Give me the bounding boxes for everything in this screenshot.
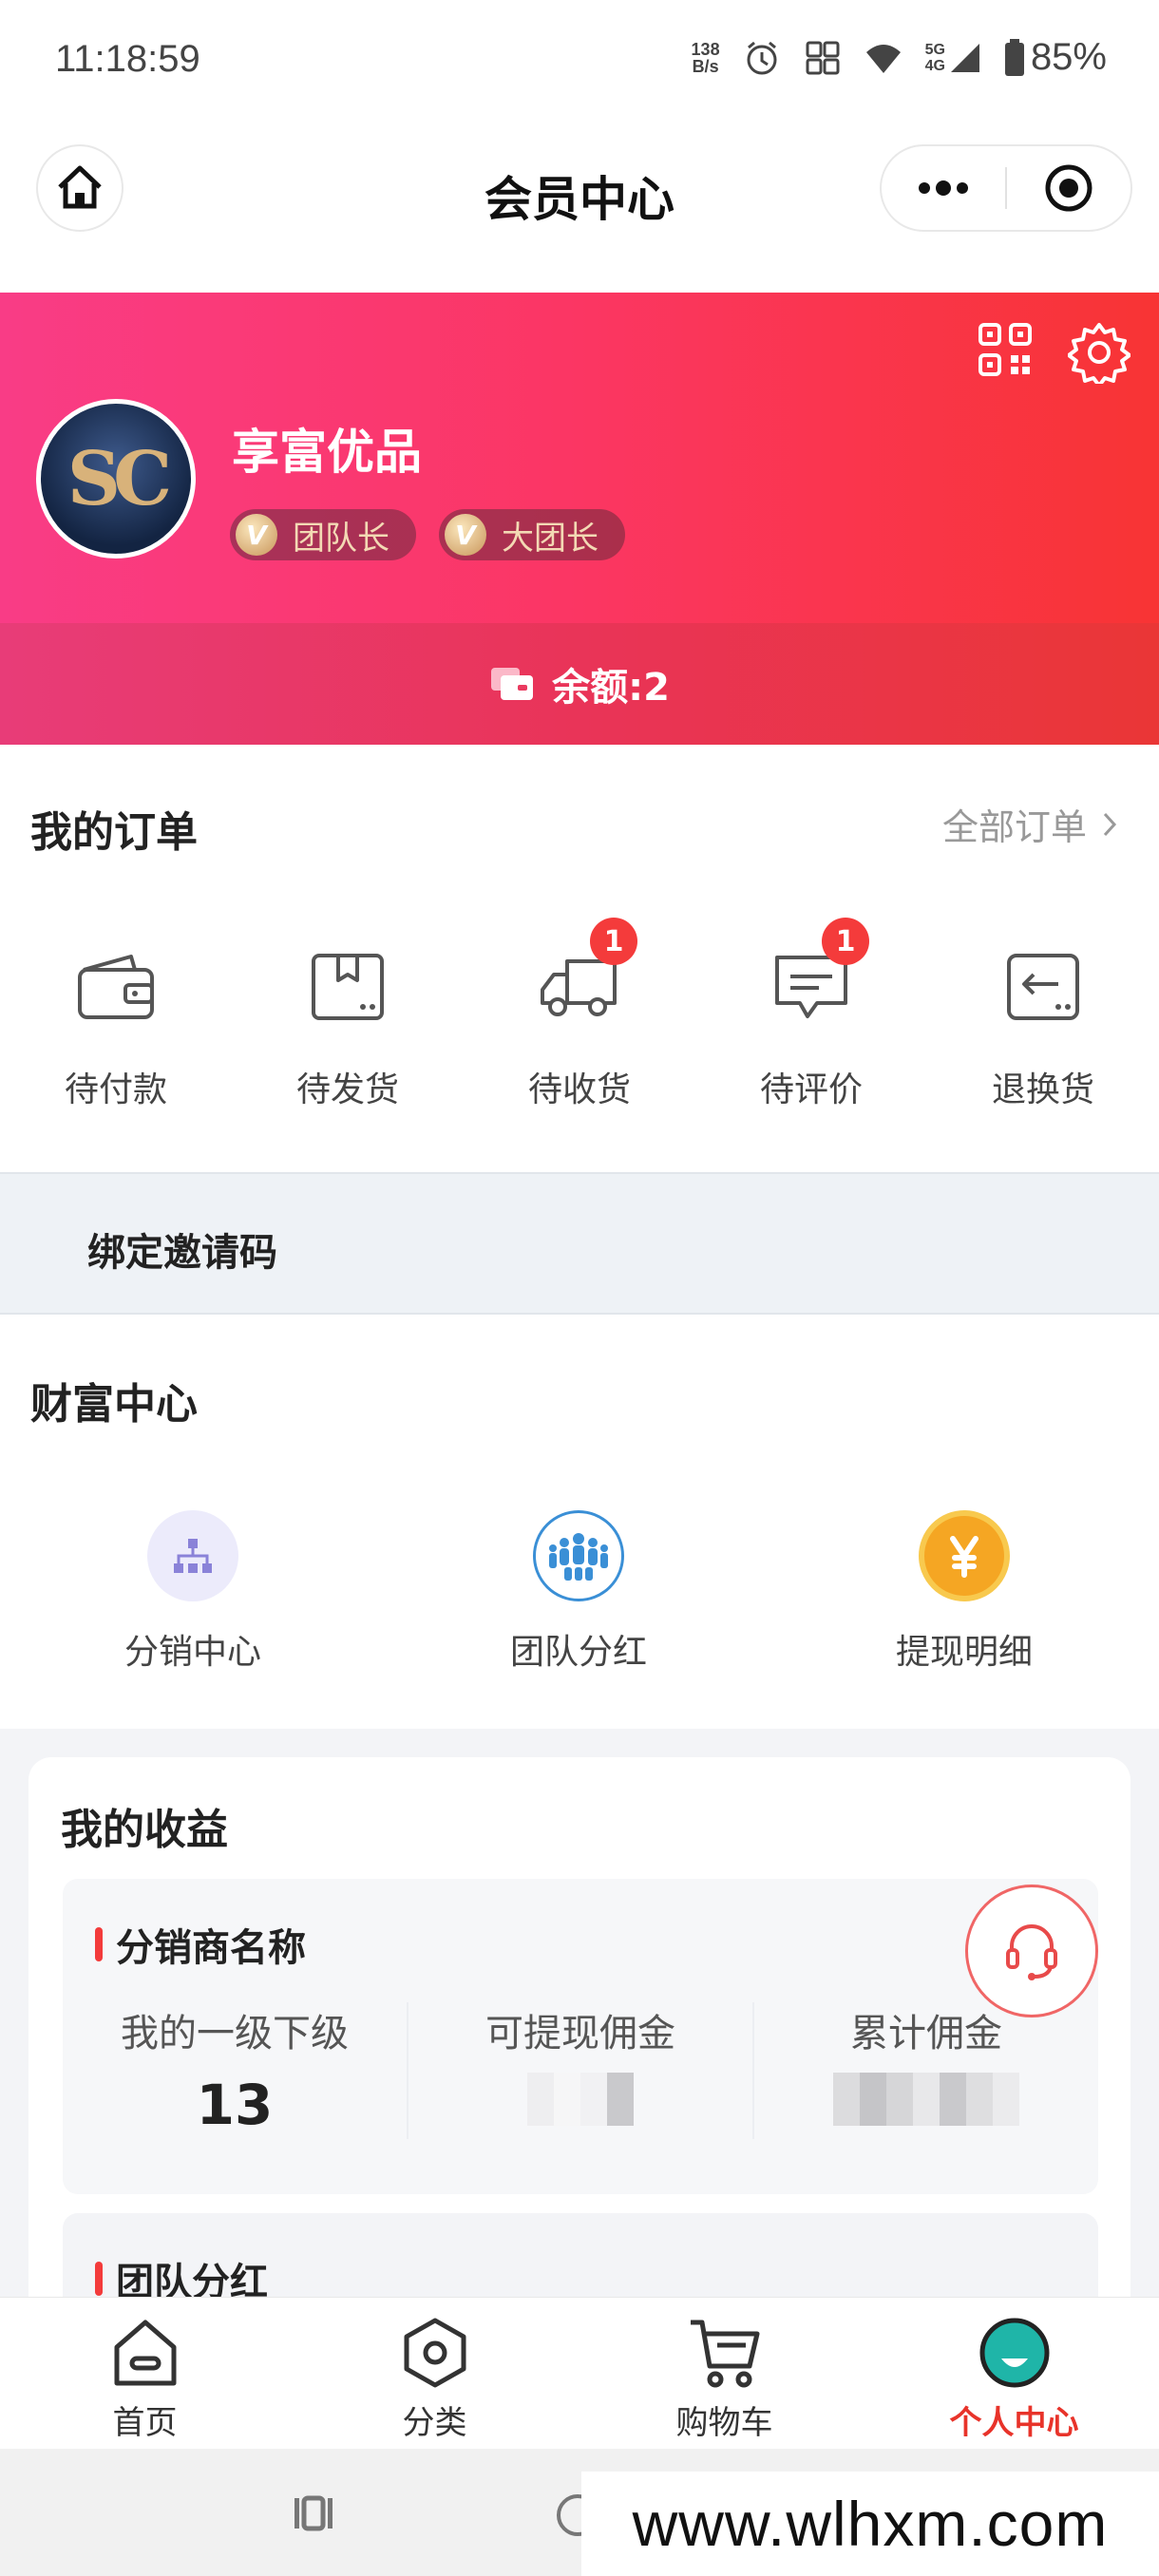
tab-home[interactable]: 首页 (0, 2298, 290, 2449)
balance-text: 余额:2 (552, 666, 670, 710)
order-pending-shipment[interactable]: 待发货 (232, 944, 464, 1111)
wealth-section: 财富中心 分销中心 团队分红 提现明细 (0, 1315, 1159, 1729)
distributor-title: 分销商名称 (95, 1917, 306, 1972)
box-icon (312, 954, 384, 1020)
title-accent-bar (95, 2262, 103, 2296)
avatar[interactable]: SC (36, 399, 196, 559)
status-time: 11:18:59 (55, 38, 200, 80)
headset-icon (1006, 1924, 1057, 1980)
tab-cart[interactable]: 购物车 (580, 2298, 869, 2449)
distribution-center[interactable]: 分销中心 (0, 1510, 386, 1674)
network-indicator: 5G 4G (925, 42, 981, 74)
earnings-title: 我的收益 (61, 1806, 228, 1854)
member-badges: V 团队长 V 大团长 (230, 509, 625, 560)
distributor-stats: 我的一级下级 13 可提现佣金 累计佣金 (63, 2002, 1098, 2139)
stat-direct-subordinates[interactable]: 我的一级下级 13 (63, 2002, 407, 2139)
bottom-tab-bar: 首页 分类 购物车 个人中心 (0, 2297, 1159, 2449)
mini-program-capsule (880, 144, 1132, 232)
yen-coin-icon (950, 1536, 978, 1578)
order-status-list: 待付款 待发货 1 待收货 1 待评价 退换货 (0, 918, 1159, 1111)
notification-badge: 1 (822, 918, 869, 965)
profile-icon (979, 2318, 1049, 2388)
return-icon (1007, 954, 1079, 1020)
settings-gear-icon[interactable] (1068, 321, 1130, 384)
bind-invite-code[interactable]: 绑定邀请码 (0, 1172, 1159, 1315)
balance-bar[interactable]: 余额:2 (0, 623, 1159, 745)
cart-icon (690, 2320, 759, 2388)
signal-icon (950, 43, 979, 72)
team-icon (549, 1533, 608, 1581)
wealth-title: 财富中心 (30, 1380, 198, 1429)
banner-actions (977, 321, 1130, 384)
nav-bar: 会员中心 (0, 123, 1159, 293)
status-bar: 11:18:59 138 B/s 5G 4G 85% (0, 0, 1159, 123)
team-dividend[interactable]: 团队分红 (386, 1510, 771, 1674)
more-button[interactable] (882, 146, 1005, 230)
wallet-icon (78, 955, 154, 1019)
watermark-text: www.wlhxm.com (581, 2472, 1159, 2576)
target-close-icon (1045, 164, 1092, 212)
blurred-value (833, 2073, 1019, 2126)
chevron-right-icon (1103, 812, 1117, 836)
alarm-icon (747, 41, 777, 74)
orders-section: 我的订单 全部订单 待付款 待发货 1 待收货 1 待评价 退换货 (0, 745, 1159, 1172)
wifi-icon (865, 44, 901, 73)
nfc-icon (806, 41, 840, 74)
orders-title: 我的订单 (30, 808, 198, 857)
recent-apps-icon[interactable] (291, 2491, 336, 2536)
title-accent-bar (95, 1927, 103, 1961)
order-returns[interactable]: 退换货 (927, 944, 1159, 1111)
blurred-value (527, 2073, 634, 2126)
earnings-card: 我的收益 分销商名称 我的一级下级 13 可提现佣金 累计佣金 团队分红 (28, 1757, 1130, 2327)
avatar-logo: SC (66, 435, 172, 522)
tab-category[interactable]: 分类 (290, 2298, 580, 2449)
close-button[interactable] (1007, 146, 1130, 230)
more-dots-icon (919, 180, 968, 196)
distributor-card: 分销商名称 我的一级下级 13 可提现佣金 累计佣金 (63, 1879, 1098, 2194)
order-pending-receipt[interactable]: 1 待收货 (464, 918, 695, 1111)
customer-service-button[interactable] (965, 1885, 1098, 2017)
net-speed: 138 B/s (691, 39, 720, 76)
user-name: 享富优品 (232, 425, 422, 480)
profile-banner: SC 享富优品 V 团队长 V 大团长 (0, 293, 1159, 623)
stat-total-commission[interactable]: 累计佣金 (752, 2002, 1098, 2139)
notification-badge: 1 (590, 918, 637, 965)
withdrawal-details[interactable]: 提现明细 (771, 1510, 1157, 1674)
stat-withdrawable-commission[interactable]: 可提现佣金 (407, 2002, 752, 2139)
battery-icon (1004, 38, 1024, 76)
home-tab-icon (114, 2320, 176, 2386)
order-pending-payment[interactable]: 待付款 (0, 944, 232, 1111)
qr-code-icon[interactable] (977, 321, 1034, 378)
badge-senior-team-leader: V 大团长 (439, 509, 625, 560)
status-icons: 138 B/s 5G 4G 85% (692, 36, 1107, 79)
tab-profile[interactable]: 个人中心 (869, 2298, 1159, 2449)
order-pending-review[interactable]: 1 待评价 (695, 918, 927, 1111)
all-orders-link[interactable]: 全部订单 (942, 798, 1117, 850)
vip-v-icon: V (445, 514, 486, 556)
wealth-list: 分销中心 团队分红 提现明细 (0, 1510, 1159, 1674)
badge-team-leader: V 团队长 (230, 509, 416, 560)
vip-v-icon: V (236, 514, 277, 556)
category-icon (404, 2318, 466, 2388)
wallet-card-icon (491, 668, 534, 700)
battery: 85% (1004, 36, 1107, 79)
hierarchy-icon (174, 1539, 212, 1573)
